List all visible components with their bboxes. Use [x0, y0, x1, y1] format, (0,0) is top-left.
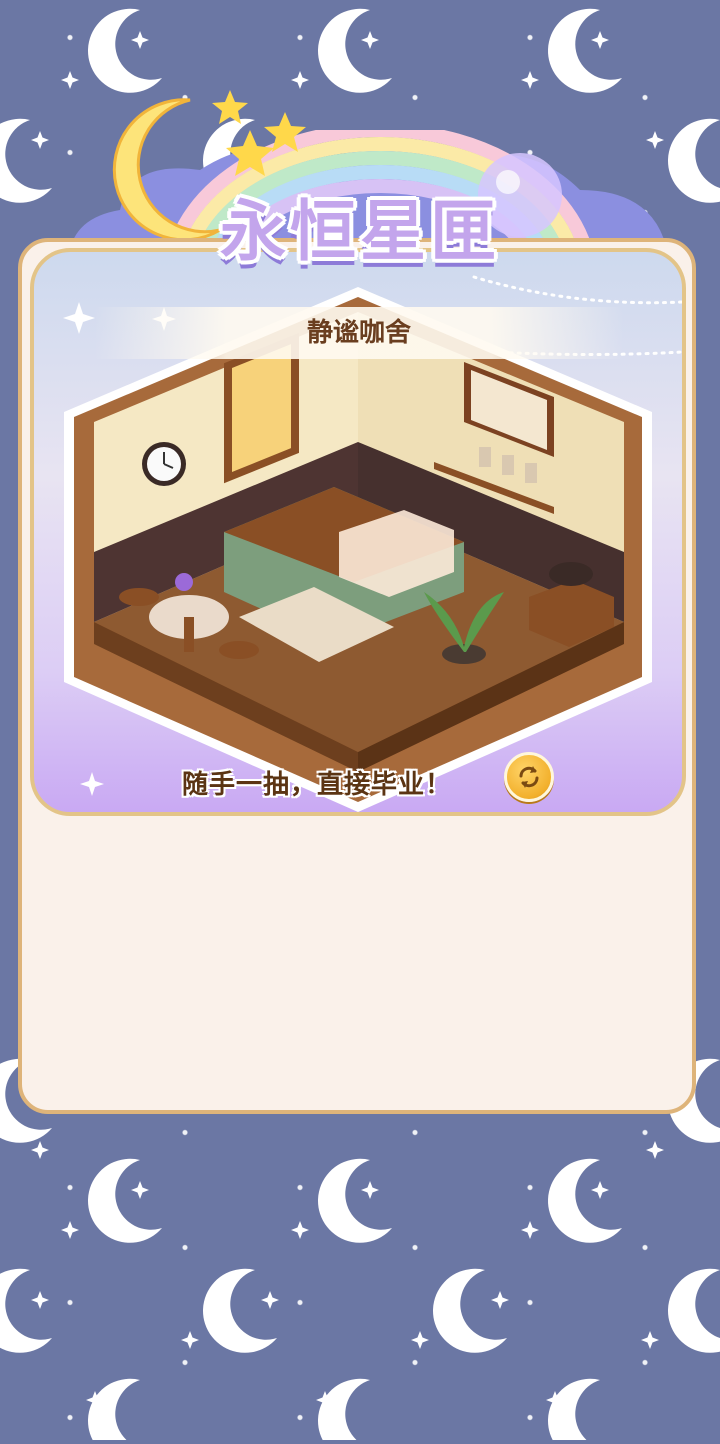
star-icon: [212, 90, 306, 176]
refresh-button[interactable]: [504, 752, 554, 802]
game-title: 永恒星匣: [220, 193, 500, 270]
tagline-text: 随手一抽，直接毕业！: [182, 770, 453, 800]
moon-row-2: [0, 1058, 720, 1444]
room-name: 静谧咖舍: [94, 307, 624, 359]
room-card[interactable]: 静谧咖舍 随手一抽，直接毕业！: [30, 248, 686, 816]
refresh-icon: [519, 766, 539, 788]
